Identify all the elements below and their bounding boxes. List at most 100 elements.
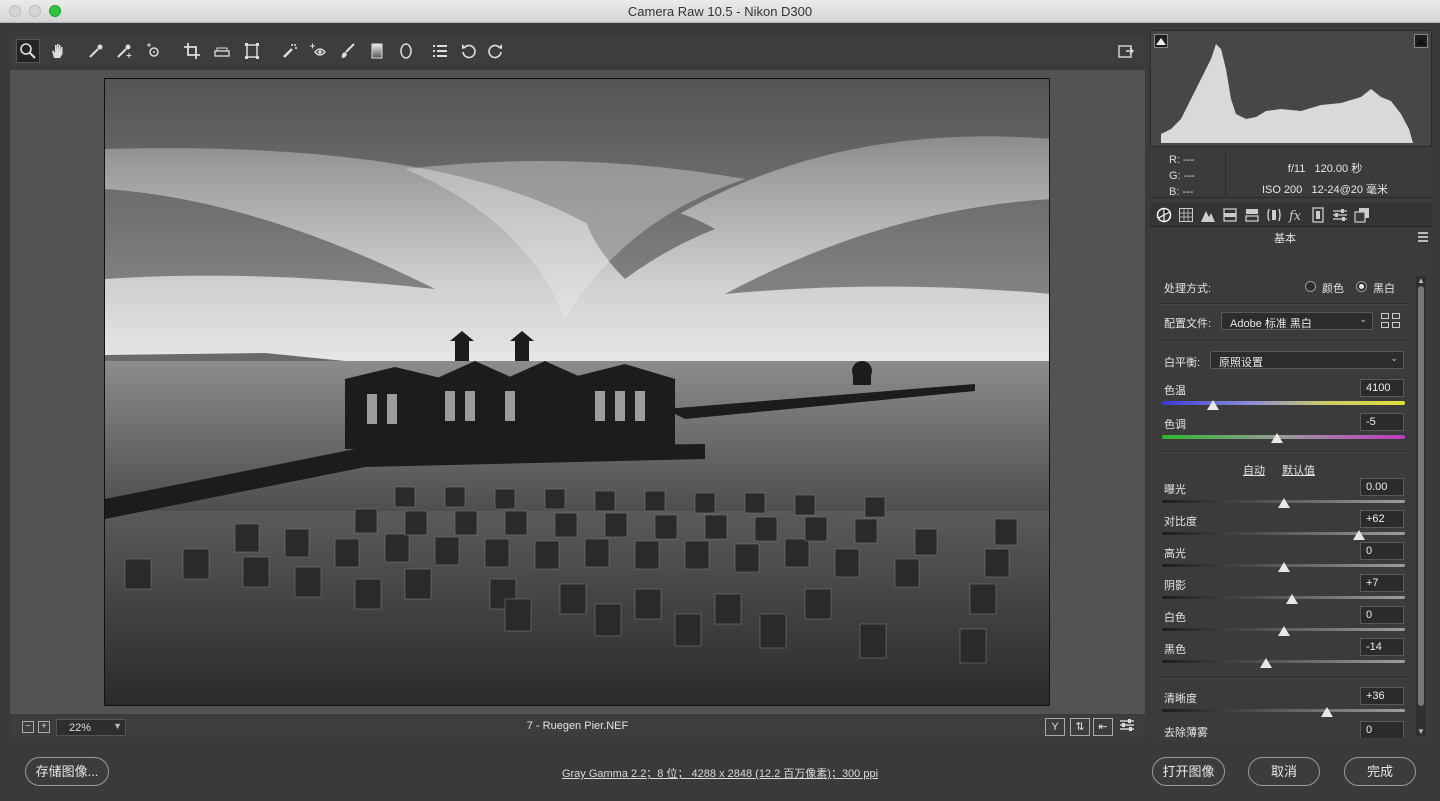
tab-detail-icon[interactable] <box>1198 205 1218 225</box>
scroll-up-icon[interactable]: ▲ <box>1417 276 1425 285</box>
highlights-value-field[interactable]: 0 <box>1360 542 1404 560</box>
hand-icon[interactable] <box>46 39 70 63</box>
graduated-filter-icon[interactable] <box>365 39 389 63</box>
temp-slider-thumb[interactable] <box>1207 400 1220 410</box>
histogram <box>1150 30 1432 147</box>
shadows-slider-thumb[interactable] <box>1286 594 1298 604</box>
toggle-fullscreen-icon[interactable] <box>1114 39 1138 63</box>
highlight-clipping-warning-icon[interactable] <box>1414 34 1428 48</box>
blacks-slider-thumb[interactable] <box>1260 658 1273 668</box>
rotate-left-icon[interactable] <box>457 39 481 63</box>
blacks-label: 黑色 <box>1164 644 1186 656</box>
tab-lens-corrections-icon[interactable] <box>1264 205 1284 225</box>
open-image-button[interactable]: 打开图像 <box>1152 757 1225 786</box>
target-adjustment-icon[interactable] <box>142 39 166 63</box>
basic-panel-content: 处理方式: 颜色 黑白 配置文件: Adobe 标准 黑白 ⌄ 白平衡: 原照设… <box>1150 250 1416 738</box>
scroll-down-icon[interactable]: ▼ <box>1417 727 1425 736</box>
title-bar: Camera Raw 10.5 - Nikon D300 <box>0 0 1440 23</box>
rgb-readout: R: --- G: --- B: --- f/11 120.00 秒 ISO 2… <box>1150 148 1432 198</box>
panel-menu-icon[interactable] <box>1418 232 1428 242</box>
contrast-value-field[interactable]: +62 <box>1360 510 1404 528</box>
treatment-bw-radio[interactable] <box>1356 281 1367 292</box>
zoom-icon[interactable] <box>16 39 40 63</box>
treatment-color-radio[interactable] <box>1305 281 1316 292</box>
aperture-value: f/11 <box>1287 163 1306 175</box>
whites-slider-thumb[interactable] <box>1277 626 1290 636</box>
default-tone-link[interactable]: 默认值 <box>1282 462 1315 478</box>
workflow-options-text[interactable]: Gray Gamma 2.2；8 位； 4288 x 2848 (12.2 百万… <box>562 768 878 780</box>
shutter-value: 120.00 秒 <box>1314 163 1363 175</box>
presets-list-icon[interactable] <box>428 39 452 63</box>
highlights-slider-thumb[interactable] <box>1277 562 1290 572</box>
adjustment-brush-icon[interactable] <box>336 39 360 63</box>
contrast-slider-track[interactable] <box>1162 532 1405 535</box>
treatment-bw-label: 黑白 <box>1373 283 1395 295</box>
profile-label: 配置文件: <box>1164 318 1212 330</box>
panel-tabs: fx <box>1150 203 1432 227</box>
b-value: --- <box>1182 186 1194 198</box>
tint-slider-thumb[interactable] <box>1271 433 1284 443</box>
tab-presets-icon[interactable] <box>1330 205 1350 225</box>
exposure-slider-thumb[interactable] <box>1277 498 1290 508</box>
cancel-button[interactable]: 取消 <box>1248 757 1320 786</box>
shadows-slider-track[interactable] <box>1162 596 1405 599</box>
radial-filter-icon[interactable] <box>394 39 418 63</box>
swap-settings-icon[interactable]: ⇅ <box>1070 718 1090 736</box>
tab-camera-calibration-icon[interactable] <box>1308 205 1328 225</box>
temp-slider-track[interactable] <box>1162 401 1405 405</box>
dehaze-value-field[interactable]: 0 <box>1360 721 1404 738</box>
color-sampler-icon[interactable] <box>112 39 136 63</box>
preview-preferences-icon[interactable] <box>1117 718 1137 736</box>
tint-value-field[interactable]: -5 <box>1360 413 1404 431</box>
file-name: 7 - Ruegen Pier.NEF <box>526 720 629 732</box>
chevron-down-icon: ⌄ <box>1390 353 1398 363</box>
save-image-button[interactable]: 存储图像... <box>25 757 109 786</box>
treatment-color-label: 颜色 <box>1322 283 1344 295</box>
copy-settings-icon[interactable]: ⇤ <box>1093 718 1113 736</box>
clarity-slider-track[interactable] <box>1162 709 1405 712</box>
adjustments-panel: R: --- G: --- B: --- f/11 120.00 秒 ISO 2… <box>1150 30 1432 740</box>
tab-tone-curve-icon[interactable] <box>1176 205 1196 225</box>
clarity-label: 清晰度 <box>1164 693 1197 705</box>
shadows-value-field[interactable]: +7 <box>1360 574 1404 592</box>
spot-removal-icon[interactable] <box>278 39 302 63</box>
tab-split-toning-icon[interactable] <box>1242 205 1262 225</box>
crop-icon[interactable] <box>180 39 204 63</box>
red-eye-icon[interactable] <box>306 39 330 63</box>
blacks-slider-track[interactable] <box>1162 660 1405 663</box>
clarity-slider-thumb[interactable] <box>1321 707 1334 717</box>
white-balance-dropdown[interactable]: 原照设置 ⌄ <box>1210 351 1404 369</box>
blacks-value-field[interactable]: -14 <box>1360 638 1404 656</box>
white-balance-value: 原照设置 <box>1219 357 1263 369</box>
tab-hsl-icon[interactable] <box>1220 205 1240 225</box>
chevron-down-icon: ⌄ <box>1359 314 1367 324</box>
profile-dropdown[interactable]: Adobe 标准 黑白 ⌄ <box>1221 312 1373 330</box>
panel-scrollbar[interactable]: ▲ ▼ <box>1416 276 1426 736</box>
profile-browser-icon[interactable] <box>1381 313 1401 329</box>
straighten-icon[interactable] <box>210 39 234 63</box>
tab-basic-icon[interactable] <box>1154 205 1174 225</box>
exposure-value-field[interactable]: 0.00 <box>1360 478 1404 496</box>
tint-label: 色调 <box>1164 419 1186 431</box>
r-label: R: <box>1169 154 1180 166</box>
whites-value-field[interactable]: 0 <box>1360 606 1404 624</box>
divider <box>1158 677 1410 679</box>
profile-value: Adobe 标准 黑白 <box>1230 318 1312 330</box>
clarity-value-field[interactable]: +36 <box>1360 687 1404 705</box>
temp-value-field[interactable]: 4100 <box>1360 379 1404 397</box>
done-button[interactable]: 完成 <box>1344 757 1416 786</box>
before-after-y-button[interactable]: Y <box>1045 718 1065 736</box>
g-value: --- <box>1183 170 1195 182</box>
transform-icon[interactable] <box>240 39 264 63</box>
image-preview-area[interactable] <box>10 70 1145 714</box>
contrast-slider-thumb[interactable] <box>1352 530 1365 540</box>
tab-snapshots-icon[interactable] <box>1352 205 1372 225</box>
white-balance-icon[interactable] <box>84 39 108 63</box>
highlights-label: 高光 <box>1164 548 1186 560</box>
auto-tone-link[interactable]: 自动 <box>1243 462 1265 478</box>
r-value: --- <box>1183 154 1195 166</box>
rotate-right-icon[interactable] <box>483 39 507 63</box>
scrollbar-thumb[interactable] <box>1418 286 1424 706</box>
tint-slider-track[interactable] <box>1162 435 1405 439</box>
tab-effects-icon[interactable]: fx <box>1286 205 1306 225</box>
